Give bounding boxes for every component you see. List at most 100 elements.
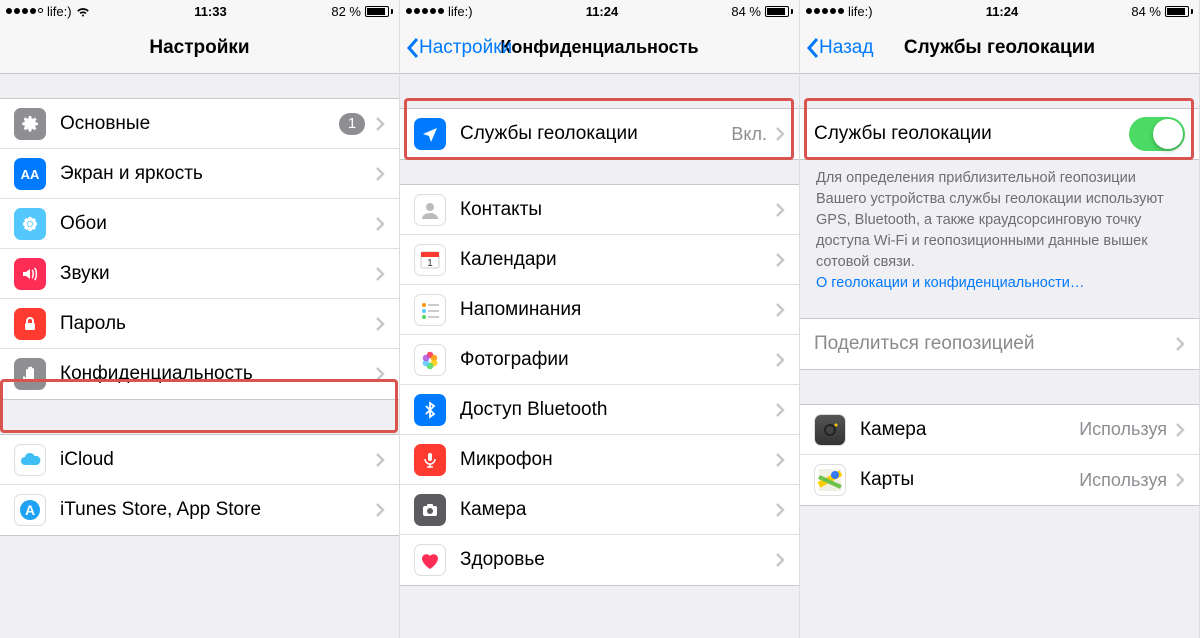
row-label: iCloud [60,449,375,471]
row-health[interactable]: Здоровье [400,535,799,585]
chevron-left-icon [806,37,819,59]
chevron-right-icon [775,126,785,142]
battery-pct: 84 % [731,4,761,19]
location-icon [414,118,446,150]
row-label: Напоминания [460,299,775,321]
chevron-left-icon [406,37,419,59]
reminders-icon [414,294,446,326]
row-label: Обои [60,213,375,235]
appstore-icon: A [14,494,46,526]
carrier-label: life:) [448,4,473,19]
hand-icon [14,358,46,390]
signal-dots-icon [406,8,444,14]
chevron-right-icon [375,266,385,282]
row-display[interactable]: AA Экран и яркость [0,149,399,199]
carrier-label: life:) [848,4,873,19]
chevron-right-icon [375,452,385,468]
row-reminders[interactable]: Напоминания [400,285,799,335]
row-microphone[interactable]: Микрофон [400,435,799,485]
row-label: Фотографии [460,349,775,371]
chevron-right-icon [1175,472,1185,488]
page-title: Настройки [149,37,249,59]
calendar-icon: 1 [414,244,446,276]
battery-pct: 84 % [1131,4,1161,19]
row-itunes[interactable]: A iTunes Store, App Store [0,485,399,535]
nav-bar: Настройки [0,22,399,74]
row-label: Контакты [460,199,775,221]
status-time: 11:24 [586,4,619,19]
back-label: Назад [819,37,873,59]
footer-link[interactable]: О геолокации и конфиденциальности… [816,275,1084,291]
back-button[interactable]: Назад [806,37,873,59]
row-privacy[interactable]: Конфиденциальность [0,349,399,399]
status-time: 11:24 [986,4,1019,19]
apps-group: Камера Используя Карты Используя [800,404,1199,506]
row-label: Службы геолокации [460,123,731,145]
row-label: Камера [460,499,775,521]
row-location-toggle[interactable]: Службы геолокации [800,109,1199,159]
row-general[interactable]: Основные 1 [0,99,399,149]
settings-group-2: iCloud A iTunes Store, App Store [0,434,399,536]
lock-icon [14,308,46,340]
chevron-right-icon [375,216,385,232]
row-calendar[interactable]: 1 Календари [400,235,799,285]
row-location-services[interactable]: Службы геолокации Вкл. [400,109,799,159]
row-label: Карты [860,469,1079,491]
row-share-location[interactable]: Поделиться геопозицией [800,319,1199,369]
row-label: Камера [860,419,1079,441]
row-bluetooth[interactable]: Доступ Bluetooth [400,385,799,435]
chevron-right-icon [775,352,785,368]
back-button[interactable]: Настройки [406,37,512,59]
row-camera[interactable]: Камера [400,485,799,535]
maps-icon [814,464,846,496]
row-icloud[interactable]: iCloud [0,435,399,485]
svg-text:AA: AA [21,167,40,182]
chevron-right-icon [775,452,785,468]
chevron-right-icon [375,502,385,518]
row-photos[interactable]: Фотографии [400,335,799,385]
privacy-group-2: Контакты 1 Календари Напоминания Фотогра… [400,184,799,586]
flower-icon [14,208,46,240]
row-app-maps[interactable]: Карты Используя [800,455,1199,505]
settings-group-1: Основные 1 AA Экран и яркость Обои Звуки [0,98,399,400]
row-label: Пароль [60,313,375,335]
chevron-right-icon [375,366,385,382]
chevron-right-icon [775,252,785,268]
settings-screen: life:) 11:33 82 % Настройки Основные 1 A… [0,0,400,638]
row-label: Конфиденциальность [60,363,375,385]
row-passcode[interactable]: Пароль [0,299,399,349]
row-label: Службы геолокации [814,123,1129,145]
chevron-right-icon [1175,422,1185,438]
status-time: 11:33 [194,4,227,19]
row-wallpaper[interactable]: Обои [0,199,399,249]
badge: 1 [339,113,365,135]
location-services-screen: life:) 11:24 84 % Назад Службы геолокаци… [800,0,1200,638]
chevron-right-icon [775,302,785,318]
status-bar: life:) 11:24 84 % [800,0,1199,22]
row-contacts[interactable]: Контакты [400,185,799,235]
row-label: Доступ Bluetooth [460,399,775,421]
location-toggle-group: Службы геолокации [800,108,1199,160]
text-size-icon: AA [14,158,46,190]
signal-dots-icon [6,8,43,14]
row-app-camera[interactable]: Камера Используя [800,405,1199,455]
photos-icon [414,344,446,376]
status-bar: life:) 11:24 84 % [400,0,799,22]
camera-icon [414,494,446,526]
chevron-right-icon [375,316,385,332]
row-label: Экран и яркость [60,163,375,185]
footer-text-content: Для определения приблизительной геопозиц… [816,170,1164,270]
bluetooth-icon [414,394,446,426]
toggle-switch[interactable] [1129,117,1185,151]
chevron-right-icon [775,552,785,568]
chevron-right-icon [375,166,385,182]
nav-bar: Назад Службы геолокации [800,22,1199,74]
row-detail: Используя [1079,470,1167,491]
chevron-right-icon [775,202,785,218]
page-title: Конфиденциальность [500,37,698,58]
row-sounds[interactable]: Звуки [0,249,399,299]
speaker-icon [14,258,46,290]
battery-pct: 82 % [331,4,361,19]
camera-app-icon [814,414,846,446]
footer-description: Для определения приблизительной геопозиц… [800,160,1199,298]
